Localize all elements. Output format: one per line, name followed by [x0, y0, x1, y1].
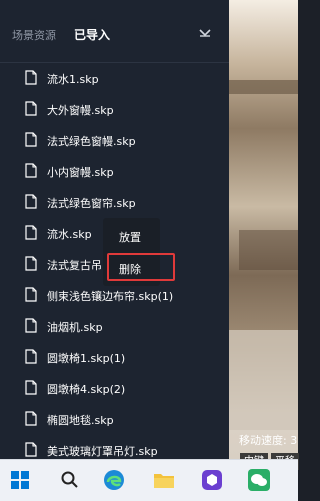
delete-highlight-box — [107, 253, 175, 281]
file-name: 法式绿色窗幔.skp — [47, 135, 136, 148]
file-icon — [25, 380, 37, 395]
file-icon — [25, 442, 37, 457]
file-icon — [25, 194, 37, 209]
file-icon — [25, 411, 37, 426]
file-icon — [25, 70, 37, 85]
file-name: 法式绿色窗帘.skp — [47, 197, 136, 210]
list-item[interactable]: 大外窗幔.skp — [0, 95, 229, 123]
wechat-icon[interactable] — [247, 468, 271, 492]
panel-header: 场景资源 已导入 — [0, 0, 229, 63]
file-name: 大外窗幔.skp — [47, 104, 114, 117]
folder-icon[interactable] — [152, 468, 176, 492]
list-item[interactable]: 法式绿色窗幔.skp — [0, 126, 229, 154]
search-icon[interactable] — [58, 468, 82, 492]
list-item[interactable]: 流水1.skp — [0, 64, 229, 92]
file-icon — [25, 256, 37, 271]
taskbar — [0, 459, 298, 501]
edge-browser-icon[interactable] — [102, 468, 126, 492]
file-name: 圆墩椅1.skp(1) — [47, 352, 126, 365]
list-item[interactable]: 椭圆地毯.skp — [0, 405, 229, 433]
viewport-ceiling-detail — [229, 80, 298, 94]
menu-item-place[interactable]: 放置 — [119, 229, 141, 245]
viewport-floor — [229, 330, 298, 430]
move-speed-readout: 移动速度: 3 — [239, 434, 298, 447]
list-item[interactable]: 法式绿色窗帘.skp — [0, 188, 229, 216]
file-name: 流水1.skp — [47, 73, 99, 86]
file-name: 法式复古吊 — [47, 259, 102, 272]
list-item[interactable]: 圆墩椅4.skp(2) — [0, 374, 229, 402]
file-icon — [25, 101, 37, 116]
file-name: 圆墩椅4.skp(2) — [47, 383, 126, 396]
list-item[interactable]: 小内窗幔.skp — [0, 157, 229, 185]
file-icon — [25, 132, 37, 147]
file-icon — [25, 163, 37, 178]
file-icon — [25, 287, 37, 302]
file-name: 流水.skp — [47, 228, 92, 241]
chevron-down-icon[interactable] — [198, 28, 212, 38]
list-item[interactable]: 油烟机.skp — [0, 312, 229, 340]
file-icon — [25, 318, 37, 333]
file-name: 椭圆地毯.skp — [47, 414, 114, 427]
list-item[interactable]: 圆墩椅1.skp(1) — [0, 343, 229, 371]
file-name: 美式玻璃灯罩吊灯.skp — [47, 445, 158, 458]
app-icon[interactable] — [200, 468, 224, 492]
file-name: 油烟机.skp — [47, 321, 103, 334]
file-icon — [25, 349, 37, 364]
3d-viewport[interactable] — [229, 0, 298, 459]
file-icon — [25, 225, 37, 240]
file-name: 小内窗幔.skp — [47, 166, 114, 179]
viewport-wall-detail — [239, 230, 298, 270]
list-item[interactable]: 美式玻璃灯罩吊灯.skp — [0, 436, 229, 459]
imported-tab[interactable]: 已导入 — [74, 26, 110, 43]
file-name: 侧束浅色镶边布帘.skp(1) — [47, 290, 174, 303]
windows-start-icon[interactable] — [8, 468, 32, 492]
scene-resources-label: 场景资源 — [12, 29, 56, 42]
